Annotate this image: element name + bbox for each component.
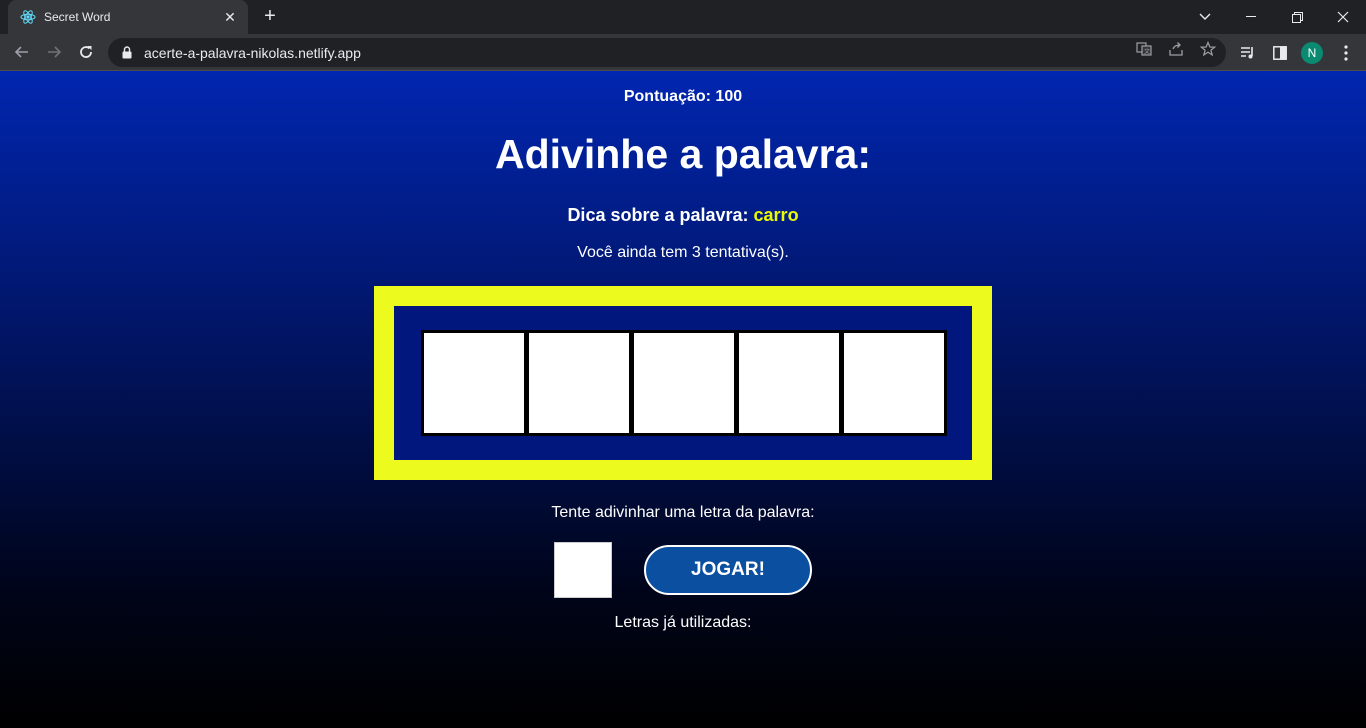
translate-icon[interactable]: 文	[1135, 40, 1153, 58]
address-bar[interactable]: acerte-a-palavra-nikolas.netlify.app	[108, 38, 1226, 67]
letter-box	[630, 330, 737, 436]
score-text: Pontuação: 100	[623, 88, 743, 105]
tip-label: Dica sobre a palavra:	[567, 205, 754, 225]
tab-close-icon[interactable]: ✕	[222, 9, 238, 26]
word-tip: Dica sobre a palavra: carro	[0, 205, 1366, 226]
profile-initial: N	[1307, 46, 1317, 60]
url-text: acerte-a-palavra-nikolas.netlify.app	[144, 44, 361, 61]
back-arrow-icon[interactable]	[8, 38, 36, 66]
tip-word: carro	[753, 205, 799, 225]
page-title: Adivinhe a palavra:	[495, 131, 871, 177]
letter-box	[735, 330, 842, 436]
profile-avatar[interactable]: N	[1301, 42, 1323, 64]
new-tab-icon[interactable]: +	[258, 5, 282, 29]
game-page: Pontuação: 100 Adivinhe a palavra: Dica …	[0, 71, 1366, 728]
browser-tab-bar: Secret Word ✕ +	[0, 0, 1366, 34]
forward-arrow-icon[interactable]	[40, 38, 68, 66]
svg-text:文: 文	[1144, 48, 1150, 56]
letter-input[interactable]	[554, 542, 612, 598]
letter-box	[840, 330, 947, 436]
lock-icon[interactable]	[120, 46, 134, 60]
restore-icon[interactable]	[1274, 0, 1320, 34]
play-button[interactable]: JOGAR!	[644, 545, 812, 595]
bookmark-star-icon[interactable]	[1199, 40, 1217, 58]
close-window-icon[interactable]	[1320, 0, 1366, 34]
used-letters-label: Letras já utilizadas:	[614, 614, 752, 631]
attempts-text: Você ainda tem 3 tentativa(s).	[577, 244, 789, 261]
side-panel-icon[interactable]	[1270, 43, 1290, 63]
letters-row	[420, 330, 947, 436]
letter-box	[525, 330, 632, 436]
word-container	[374, 286, 992, 480]
react-favicon-icon	[20, 9, 36, 25]
minimize-icon[interactable]	[1228, 0, 1274, 34]
media-queue-icon[interactable]	[1238, 43, 1258, 63]
kebab-menu-icon[interactable]	[1336, 43, 1356, 63]
guess-label: Tente adivinhar uma letra da palavra:	[551, 504, 815, 521]
reload-icon[interactable]	[72, 38, 100, 66]
browser-toolbar: acerte-a-palavra-nikolas.netlify.app 文 N	[0, 34, 1366, 71]
share-icon[interactable]	[1167, 40, 1185, 58]
browser-tab[interactable]: Secret Word ✕	[8, 0, 248, 34]
tab-search-chevron-icon[interactable]	[1182, 0, 1228, 34]
tab-title: Secret Word	[44, 10, 111, 24]
letter-box	[420, 330, 527, 436]
